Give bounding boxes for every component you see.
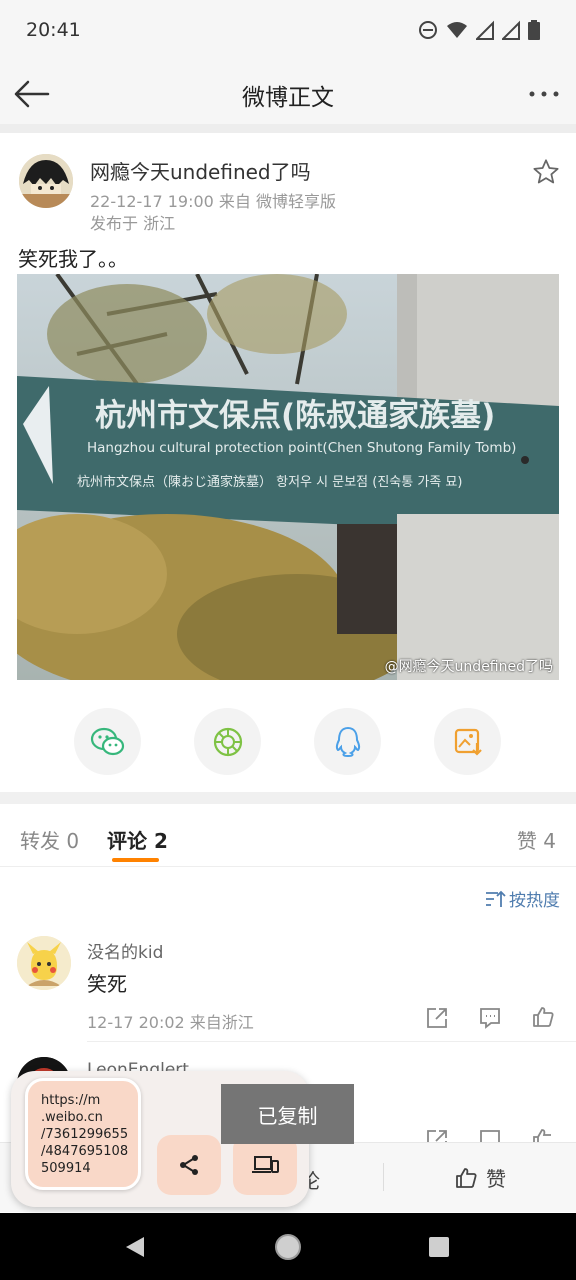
bottom-like-button[interactable]: 赞 — [454, 1163, 506, 1192]
star-icon — [533, 159, 559, 184]
devices-icon — [252, 1156, 279, 1173]
nav-recents-icon[interactable] — [428, 1236, 450, 1258]
share-icon — [180, 1155, 198, 1175]
status-bar: 20:41 — [0, 0, 576, 62]
avatar-image — [17, 936, 71, 990]
bottom-like-label: 赞 — [486, 1167, 506, 1191]
clipboard-url-line: https://m — [41, 1093, 101, 1108]
share-qq-button[interactable] — [314, 708, 381, 775]
clipboard-url-line: /4847695108 — [41, 1144, 129, 1159]
sort-button[interactable]: 按热度 — [484, 886, 560, 911]
post-image[interactable]: 杭州市文保点(陈叔通家族墓) Hangzhou cultural protect… — [17, 274, 559, 680]
author-avatar[interactable] — [19, 154, 73, 208]
sort-label: 按热度 — [509, 891, 560, 911]
nav-home-icon[interactable] — [274, 1233, 302, 1261]
comment-author[interactable]: 没名的kid — [87, 938, 163, 963]
moments-icon — [213, 727, 242, 756]
comment-avatar[interactable] — [17, 936, 71, 990]
comment-like-button[interactable] — [531, 1005, 557, 1031]
comment-reply-button[interactable] — [478, 1006, 504, 1032]
image-watermark: @网瘾今天undefined了吗 — [384, 659, 553, 675]
save-image-button[interactable] — [434, 708, 501, 775]
tab-comments[interactable]: 评论 2 — [107, 825, 168, 854]
sort-icon — [486, 890, 506, 907]
comment-meta: 12-17 20:02 来自浙江 — [87, 1013, 254, 1032]
page-title: 微博正文 — [242, 85, 334, 111]
more-dots-icon — [529, 91, 559, 97]
wechat-icon — [90, 727, 124, 755]
do-not-disturb-icon — [419, 21, 437, 39]
photo-illustration: 杭州市文保点(陈叔通家族墓) Hangzhou cultural protect… — [17, 274, 559, 680]
active-tab-indicator — [112, 858, 159, 862]
more-button[interactable] — [526, 80, 562, 108]
post-meta: 22-12-17 19:00 来自 微博轻享版 — [90, 192, 336, 211]
clipboard-url-line: .weibo.cn — [41, 1110, 103, 1125]
share-row — [0, 708, 576, 776]
section-divider — [0, 792, 576, 804]
tab-repost[interactable]: 转发 0 — [20, 825, 79, 854]
thumbs-up-icon — [533, 1007, 554, 1027]
share-wechat-button[interactable] — [74, 708, 141, 775]
app-bar: 微博正文 — [0, 62, 576, 124]
wifi-icon — [447, 22, 467, 38]
tab-divider — [0, 866, 576, 867]
nav-back-icon[interactable] — [124, 1235, 146, 1259]
header-divider — [0, 124, 576, 133]
status-icons — [418, 20, 540, 40]
thumbs-up-icon — [456, 1167, 477, 1188]
sign-line-2: Hangzhou cultural protection point(Chen … — [87, 440, 516, 456]
status-time: 20:41 — [26, 19, 81, 41]
comment-icon — [480, 1008, 500, 1029]
qq-icon — [335, 726, 360, 757]
share-moments-button[interactable] — [194, 708, 261, 775]
comment-text: 笑死 — [87, 972, 127, 996]
bottom-separator — [383, 1163, 384, 1191]
battery-icon — [528, 20, 540, 40]
system-nav-bar — [0, 1213, 576, 1280]
clipboard-preview[interactable]: https://m .weibo.cn /7361299655 /4847695… — [25, 1078, 141, 1190]
share-out-icon — [427, 1008, 447, 1028]
sign-line-1: 杭州市文保点(陈叔通家族墓) — [95, 398, 495, 434]
clipboard-url-line: /7361299655 — [41, 1127, 129, 1142]
signal-icon — [502, 20, 520, 40]
author-name[interactable]: 网瘾今天undefined了吗 — [90, 156, 311, 185]
comment-share-button[interactable] — [425, 1006, 451, 1032]
clipboard-url-line: 509914 — [41, 1161, 91, 1176]
comment-divider — [87, 1041, 576, 1042]
clipboard-share-button[interactable] — [157, 1135, 221, 1195]
signal-icon — [476, 20, 494, 40]
save-image-icon — [454, 728, 482, 756]
post-location: 发布于 浙江 — [90, 214, 176, 233]
tab-likes[interactable]: 赞 4 — [517, 825, 556, 854]
post-text: 笑死我了。。 — [18, 247, 128, 271]
favorite-button[interactable] — [532, 158, 560, 186]
clipboard-nearby-share-button[interactable] — [233, 1135, 297, 1195]
avatar-image — [19, 154, 73, 208]
copied-toast: 已复制 — [221, 1084, 354, 1144]
sign-line-3: 杭州市文保点（陳おじ通家族墓） 항저우 시 문보점 (진숙통 가족 묘) — [77, 474, 462, 490]
